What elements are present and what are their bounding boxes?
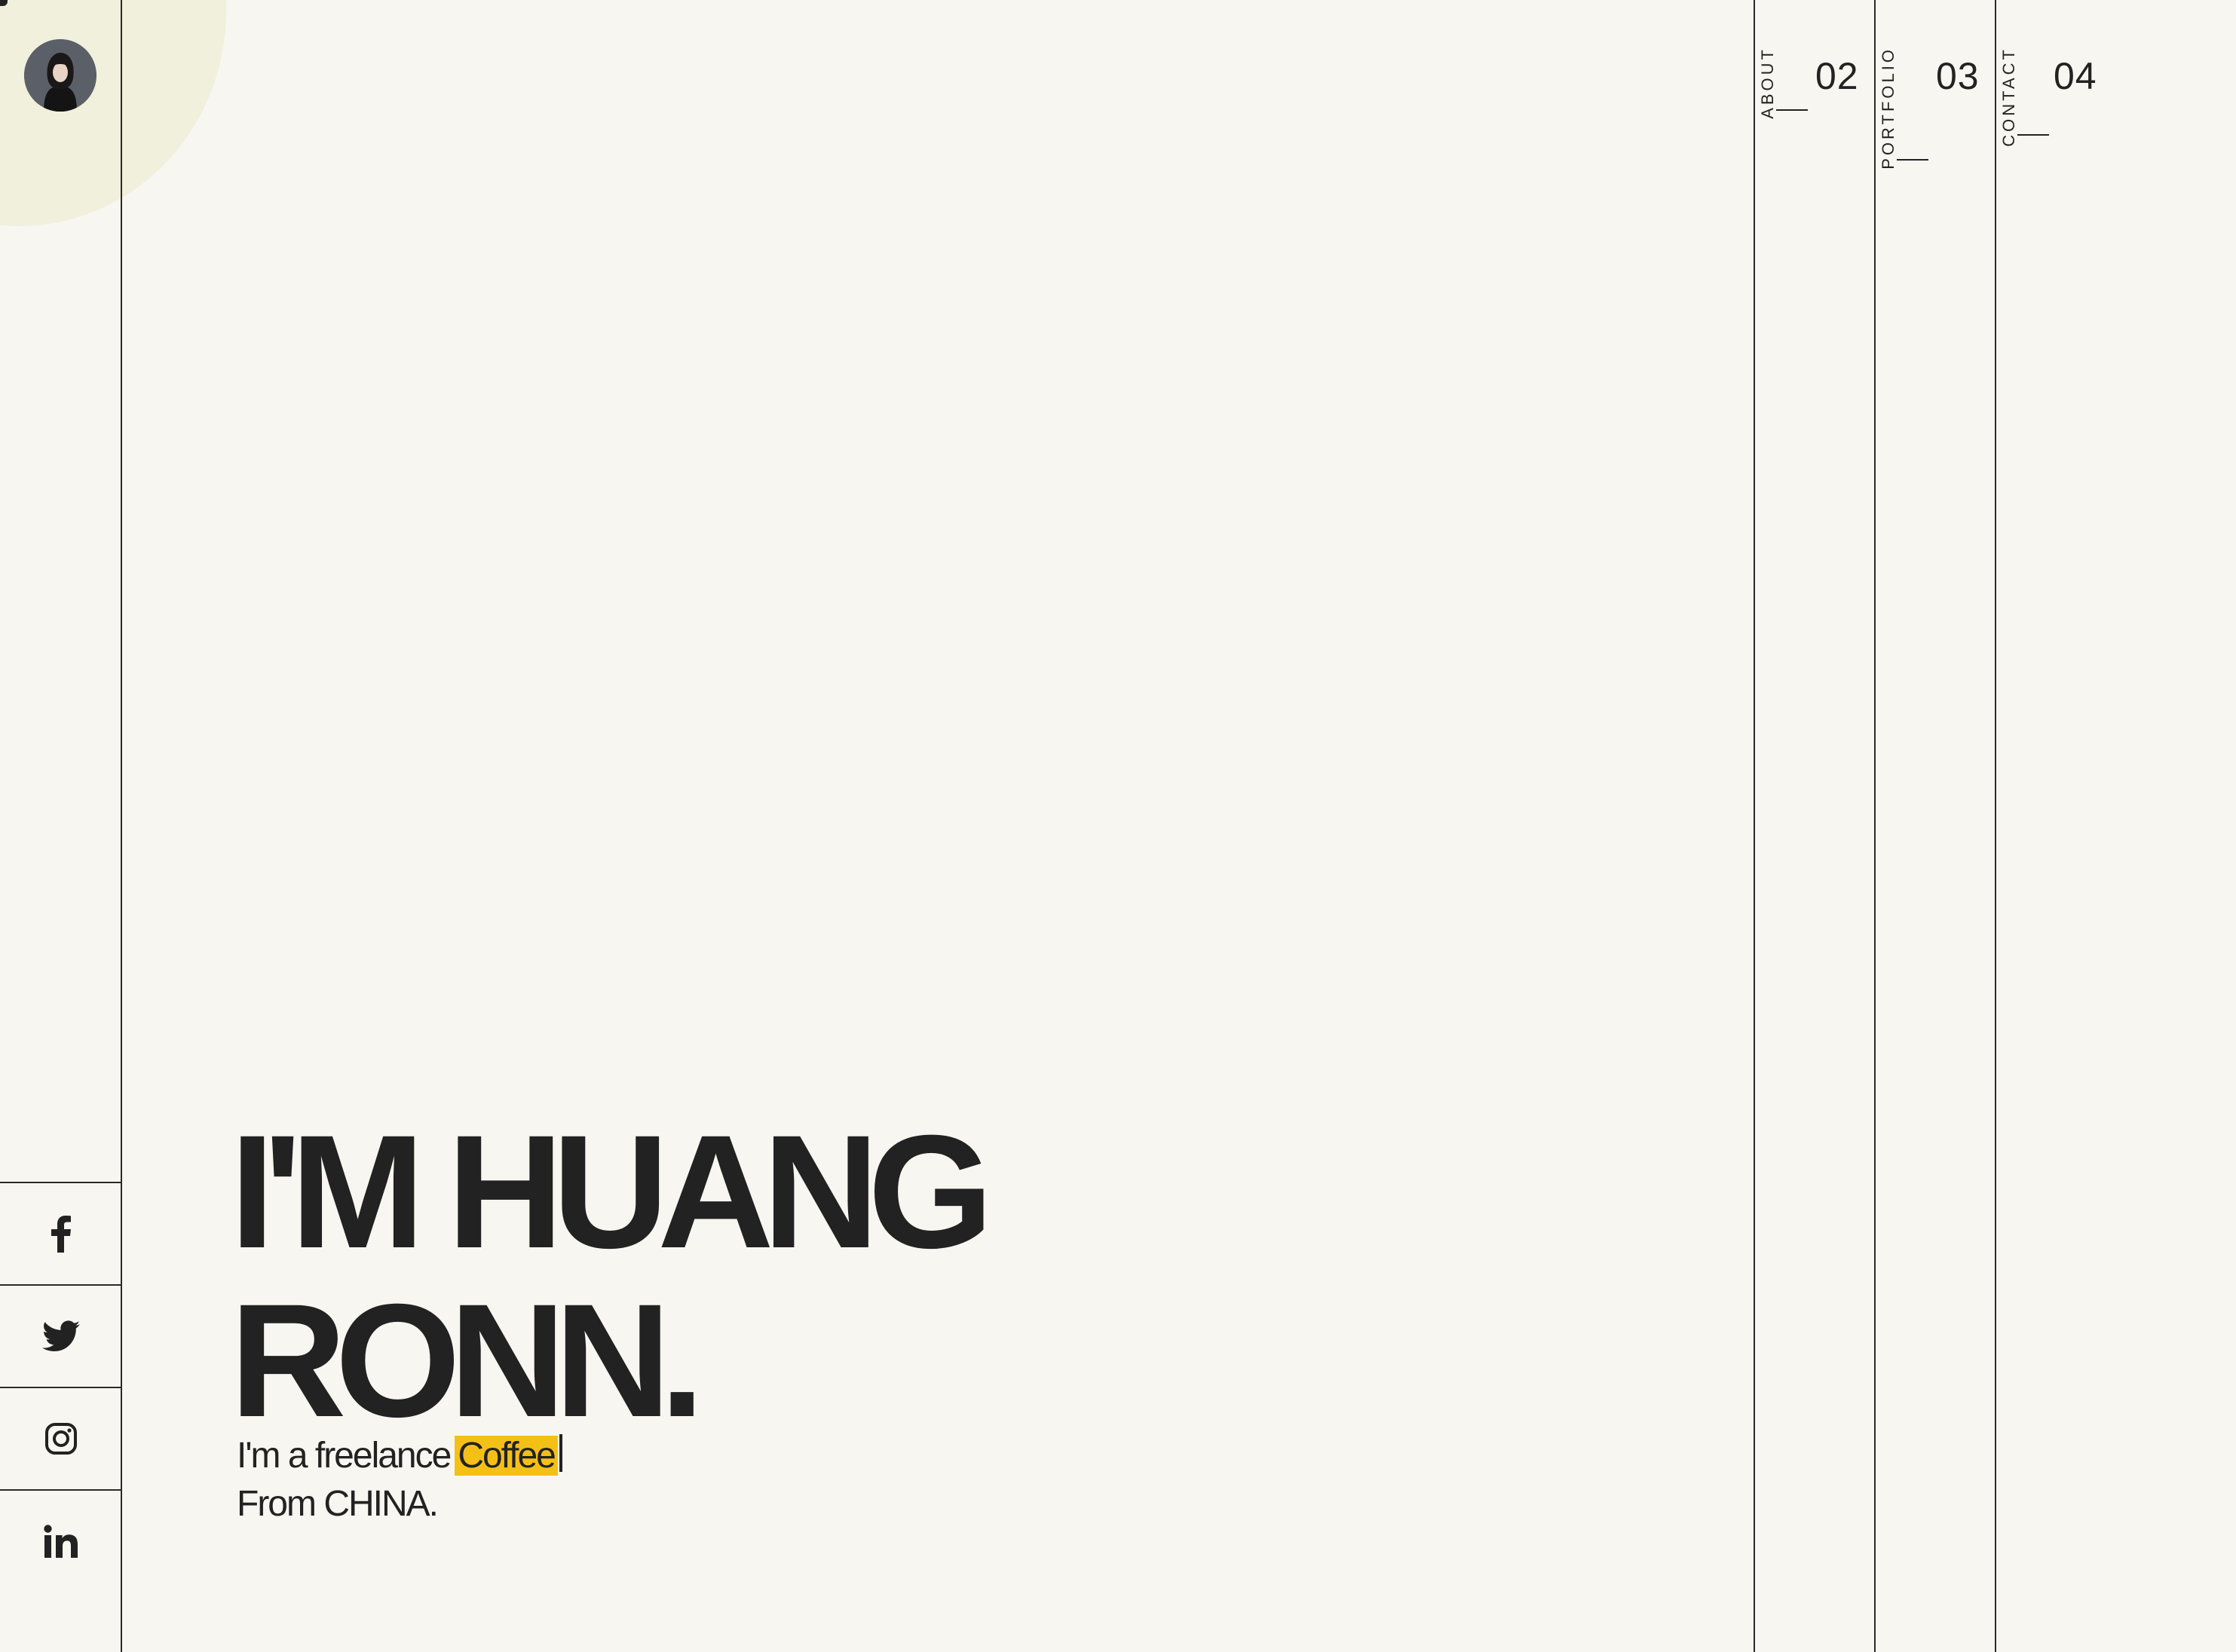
avatar[interactable]	[24, 39, 96, 112]
hero-title-line-2: RONN.	[230, 1271, 705, 1451]
instagram-icon	[44, 1423, 77, 1455]
typed-role-word: Coffee	[455, 1436, 558, 1476]
decorative-corner-circle	[0, 0, 226, 226]
nav-item-about[interactable]: ABOUT 02	[1755, 0, 1874, 181]
nav-label-contact: CONTACT	[1999, 47, 2018, 147]
linkedin-icon	[43, 1525, 78, 1558]
nav-dash-contact	[2017, 134, 2049, 136]
hero-origin: From CHINA.	[237, 1484, 439, 1524]
linkedin-link[interactable]	[0, 1489, 121, 1592]
facebook-link[interactable]	[0, 1182, 121, 1284]
nav-dash-about	[1776, 109, 1808, 111]
typing-cursor	[559, 1434, 562, 1472]
nav-number-contact: 04	[2054, 55, 2097, 97]
twitter-link[interactable]	[0, 1284, 121, 1387]
nav-divider-3	[1995, 0, 1996, 1652]
nav-divider-1	[1754, 0, 1755, 1652]
nav-divider-2	[1874, 0, 1876, 1652]
twitter-icon	[41, 1320, 80, 1351]
nav-dash-portfolio	[1897, 159, 1928, 161]
nav-label-about: ABOUT	[1758, 47, 1777, 119]
facebook-icon	[51, 1216, 71, 1253]
nav-number-portfolio: 03	[1936, 55, 1980, 97]
instagram-link[interactable]	[0, 1387, 121, 1489]
hero-title-line-1: I'M HUANG	[230, 1102, 994, 1282]
nav-item-portfolio[interactable]: PORTFOLIO 03	[1876, 0, 1995, 181]
hero-intro-line: I'm a freelance Coffee	[237, 1432, 562, 1480]
nav-number-about: 02	[1815, 55, 1859, 97]
hero-subtitle: I'm a freelance Coffee From CHINA.	[237, 1432, 562, 1528]
page: ABOUT 02 PORTFOLIO 03 CONTACT 04 I'M HUA…	[0, 0, 2236, 1652]
avatar-portrait-icon	[24, 39, 96, 112]
hero-title: I'M HUANG RONN.	[230, 1102, 994, 1451]
hero-intro-prefix: I'm a freelance	[237, 1436, 452, 1476]
social-links	[0, 1182, 121, 1592]
nav-label-portfolio: PORTFOLIO	[1879, 47, 1898, 170]
nav-item-contact[interactable]: CONTACT 04	[1996, 0, 2147, 181]
